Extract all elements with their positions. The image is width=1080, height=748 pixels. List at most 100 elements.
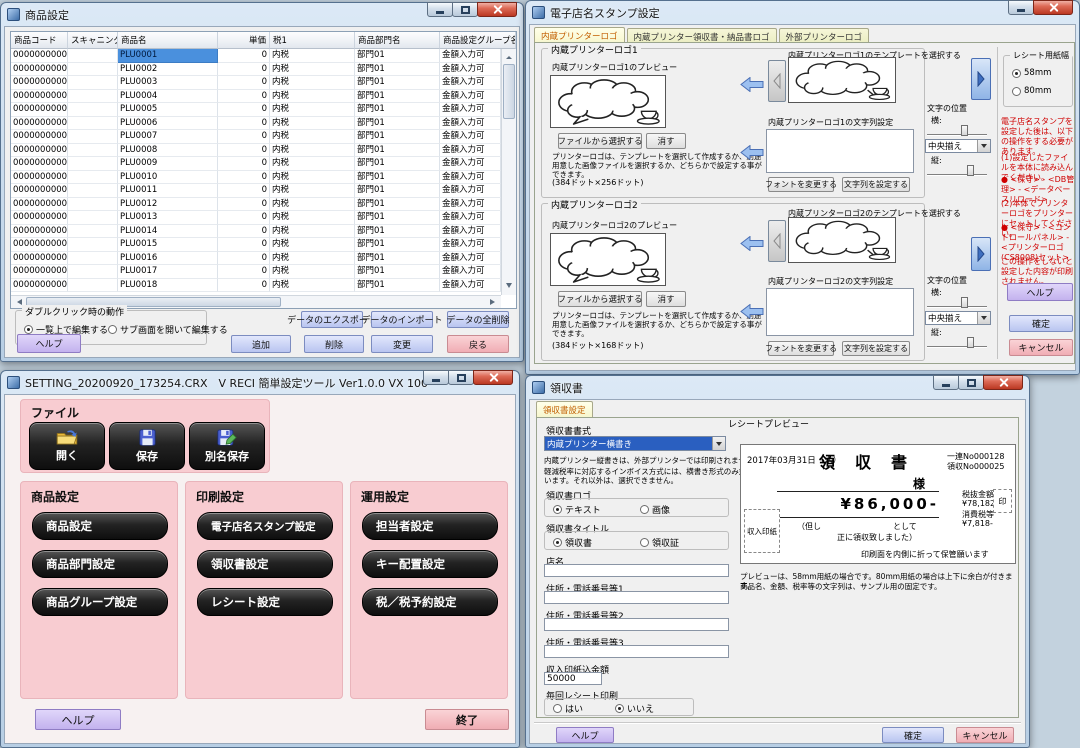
minimize-button[interactable] [427,2,453,17]
open-button[interactable]: 開く [29,422,105,470]
cell-product-name[interactable]: PLU0012 [118,198,218,212]
back-button[interactable]: 戻る [447,335,509,353]
cell-product-name[interactable]: PLU0002 [118,63,218,77]
cell-product-name[interactable]: PLU0018 [118,279,218,293]
titlebar[interactable]: 商品設定 [1,3,523,26]
maximize-button[interactable] [448,370,474,385]
table-row[interactable]: 0000000000000008 PLU0008 0 内税 部門01 金額入力可 [11,144,501,158]
logo1-template-prev-button[interactable] [768,60,786,102]
logo1-change-font-button[interactable]: フォントを変更する [768,177,834,192]
exit-button[interactable]: 終了 [425,709,509,730]
stamp-settings-button[interactable]: 電子店名スタンプ設定 [197,512,333,540]
slider-thumb[interactable] [967,337,974,348]
table-row[interactable]: 0000000000000004 PLU0004 0 内税 部門01 金額入力可 [11,90,501,104]
table-row[interactable]: 0000000000000012 PLU0012 0 内税 部門01 金額入力可 [11,198,501,212]
receipt-settings-button[interactable]: 領収書設定 [197,550,333,578]
col-header-tax1[interactable]: 税1 [270,32,355,49]
table-row[interactable]: 0000000000000016 PLU0016 0 内税 部門01 金額入力可 [11,252,501,266]
radio-80mm[interactable]: 80mm [1012,86,1051,96]
tax-settings-button[interactable]: 税／税予約設定 [362,588,498,616]
close-button[interactable] [473,370,513,385]
cell-product-name[interactable]: PLU0008 [118,144,218,158]
vertical-scrollbar[interactable] [501,49,516,295]
add-button[interactable]: 追加 [231,335,291,353]
addr2-input[interactable] [544,618,729,631]
logo2-text-input[interactable] [766,288,914,336]
titlebar[interactable]: 電子店名スタンプ設定 [526,1,1079,24]
clerk-settings-button[interactable]: 担当者設定 [362,512,498,540]
slider-thumb[interactable] [967,165,974,176]
dropdown-arrow-icon[interactable] [712,437,725,450]
table-row[interactable]: 0000000000000001 PLU0001 0 内税 部門01 金額入力可 [11,49,501,63]
register-receipt-settings-button[interactable]: レシート設定 [197,588,333,616]
data-export-button[interactable]: データのエクスポート [301,311,363,328]
stamp-amount-input[interactable]: 50000 [544,672,602,685]
logo1-select-file-button[interactable]: ファイルから選択する [558,133,642,149]
close-button[interactable] [477,2,517,17]
product-settings-button[interactable]: 商品設定 [32,512,168,540]
radio-no[interactable]: いいえ [615,702,654,715]
store-name-input[interactable] [544,564,729,577]
titlebar[interactable]: 領収書 [526,376,1029,399]
minimize-button[interactable] [1008,0,1034,15]
cell-product-name[interactable]: PLU0005 [118,103,218,117]
table-row[interactable]: 0000000000000015 PLU0015 0 内税 部門01 金額入力可 [11,238,501,252]
cell-product-name[interactable]: PLU0011 [118,184,218,198]
table-row[interactable]: 0000000000000009 PLU0009 0 内税 部門01 金額入力可 [11,157,501,171]
cancel-button[interactable]: キャンセル [956,727,1014,743]
radio-logo-image[interactable]: 画像 [640,503,670,516]
confirm-button[interactable]: 確定 [882,727,944,743]
col-header-group[interactable]: 商品設定グループ名 [440,32,516,49]
table-row[interactable]: 0000000000000014 PLU0014 0 内税 部門01 金額入力可 [11,225,501,239]
horizontal-slider[interactable] [927,297,987,309]
help-button[interactable]: ヘルプ [1007,283,1073,301]
table-row[interactable]: 0000000000000013 PLU0013 0 内税 部門01 金額入力可 [11,211,501,225]
table-row[interactable]: 0000000000000007 PLU0007 0 内税 部門01 金額入力可 [11,130,501,144]
radio-logo-text[interactable]: テキスト [553,503,601,516]
logo2-template-next-button[interactable] [971,237,991,271]
cell-product-name[interactable]: PLU0003 [118,76,218,90]
help-button[interactable]: ヘルプ [35,709,121,730]
cell-product-name[interactable]: PLU0013 [118,211,218,225]
data-import-button[interactable]: データのインポート [371,311,433,328]
logo1-template-next-button[interactable] [971,58,991,100]
logo2-erase-button[interactable]: 消す [646,291,686,307]
table-row[interactable]: 0000000000000006 PLU0006 0 内税 部門01 金額入力可 [11,117,501,131]
dropdown-arrow-icon[interactable] [977,140,990,152]
minimize-button[interactable] [933,375,959,390]
cell-product-name[interactable]: PLU0016 [118,252,218,266]
cell-product-name[interactable]: PLU0006 [118,117,218,131]
table-row[interactable]: 0000000000000005 PLU0005 0 内税 部門01 金額入力可 [11,103,501,117]
cell-product-name[interactable]: PLU0004 [118,90,218,104]
logo2-template-prev-button[interactable] [768,220,786,262]
logo1-set-string-button[interactable]: 文字列を設定する [842,177,910,192]
logo2-set-string-button[interactable]: 文字列を設定する [842,341,910,356]
save-as-button[interactable]: 別名保存 [189,422,265,470]
change-button[interactable]: 変更 [371,335,433,353]
logo2-change-font-button[interactable]: フォントを変更する [768,341,834,356]
vertical-slider[interactable] [927,165,987,177]
key-layout-settings-button[interactable]: キー配置設定 [362,550,498,578]
scrollbar-thumb[interactable] [503,64,515,119]
col-header-product-code[interactable]: 商品コード [11,32,68,49]
radio-title-ryoshusho2[interactable]: 領収証 [640,536,679,549]
maximize-button[interactable] [452,2,478,17]
cell-product-name[interactable]: PLU0009 [118,157,218,171]
data-delete-all-button[interactable]: データの全削除 [447,311,509,328]
cell-product-name[interactable]: PLU0001 [118,49,218,63]
col-header-product-name[interactable]: 商品名 [118,32,218,49]
close-button[interactable] [1033,0,1073,15]
col-header-department[interactable]: 商品部門名 [355,32,440,49]
radio-58mm[interactable]: 58mm [1012,68,1051,78]
department-settings-button[interactable]: 商品部門設定 [32,550,168,578]
radio-yes[interactable]: はい [553,702,583,715]
tab-receipt-settings[interactable]: 領収書設定 [536,401,593,418]
cell-product-name[interactable]: PLU0015 [118,238,218,252]
table-row[interactable]: 0000000000000002 PLU0002 0 内税 部門01 金額入力可 [11,63,501,77]
logo1-text-input[interactable] [766,129,914,173]
dropdown-arrow-icon[interactable] [977,312,990,324]
maximize-button[interactable] [958,375,984,390]
slider-thumb[interactable] [961,297,968,308]
cell-product-name[interactable]: PLU0007 [118,130,218,144]
align-dropdown[interactable]: 中央揃え [925,311,991,325]
